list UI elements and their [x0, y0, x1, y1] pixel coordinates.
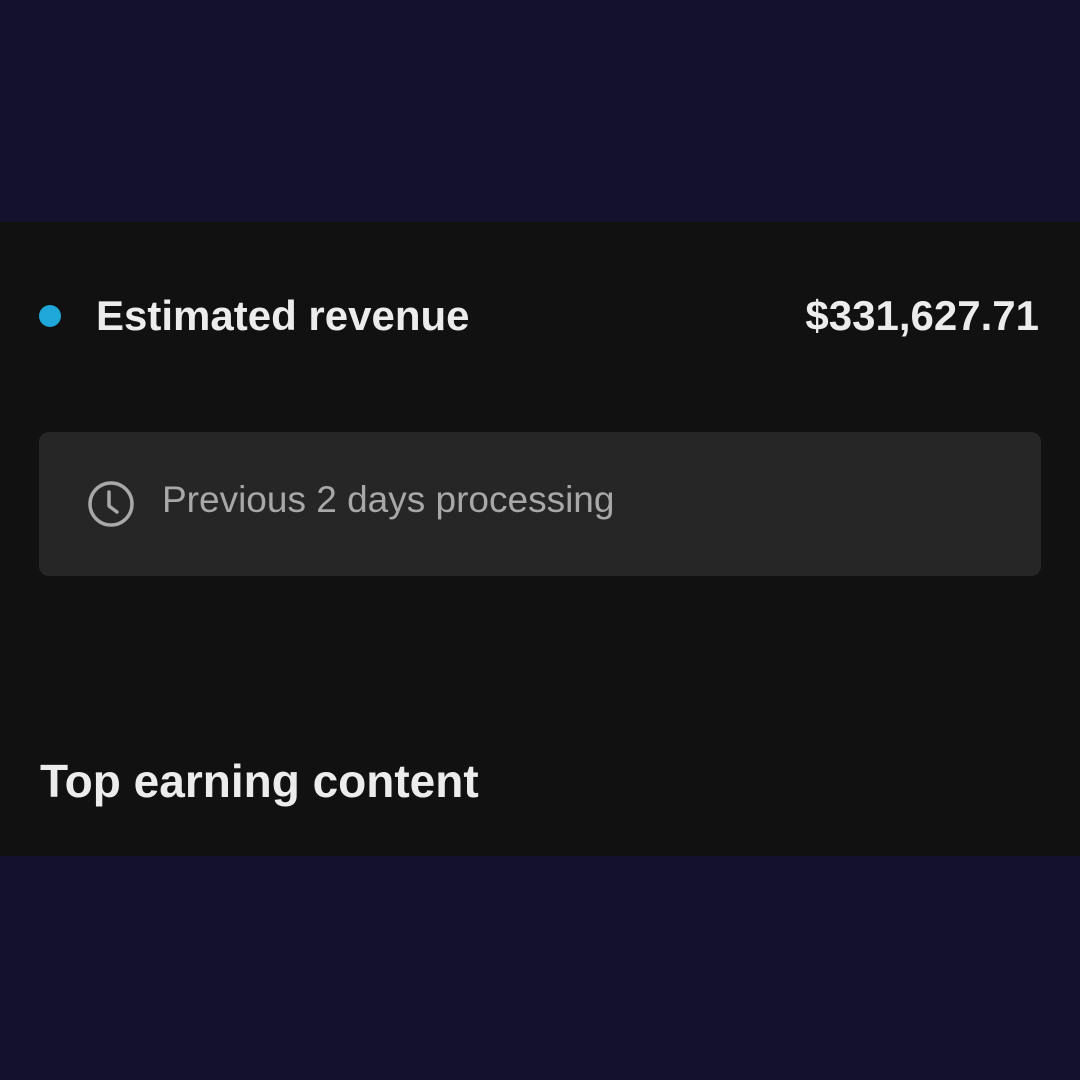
processing-notice: Previous 2 days processing [39, 432, 1041, 576]
notice-text: Previous 2 days processing [162, 479, 615, 520]
page: Estimated revenue $331,627.71 Previous 2… [0, 0, 1080, 1080]
clock-icon [87, 480, 135, 528]
revenue-label: Estimated revenue [96, 292, 470, 339]
earnings-panel: Estimated revenue $331,627.71 Previous 2… [0, 222, 1080, 856]
revenue-value: $331,627.71 [805, 292, 1039, 339]
section-title: Top earning content [40, 755, 479, 807]
legend-dot [39, 305, 61, 327]
revenue-row[interactable]: Estimated revenue $331,627.71 [0, 282, 1080, 348]
